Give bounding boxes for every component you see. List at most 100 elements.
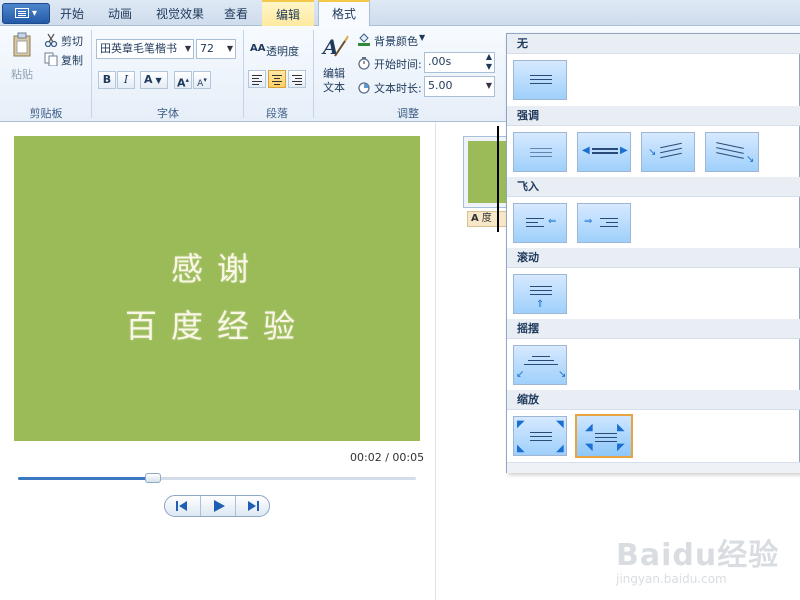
playback-controls (164, 495, 270, 517)
paste-icon (13, 32, 31, 57)
group-label-adjust: 调整 (397, 107, 419, 120)
bold-button[interactable]: B (98, 71, 116, 89)
shrink-font-arrow-icon: ▾ (203, 76, 207, 84)
watermark-brand: Baidu经验 (616, 538, 780, 573)
effect-scroll[interactable]: ⇑ (513, 274, 567, 314)
cut-button[interactable]: 剪切 (44, 32, 88, 48)
previous-frame-icon (176, 501, 187, 511)
shrink-font-button[interactable]: A▾ (193, 71, 211, 89)
font-family-value: 田英章毛笔楷书 (100, 42, 177, 55)
preview-text-line1: 感谢 (170, 250, 263, 288)
pane-divider[interactable] (435, 122, 436, 600)
align-right-button[interactable] (288, 70, 306, 88)
align-center-button[interactable] (268, 70, 286, 88)
next-frame-button[interactable] (235, 496, 270, 516)
seek-thumb[interactable] (145, 473, 162, 483)
align-left-button[interactable] (248, 70, 266, 88)
edit-text-label-line2: 文本 (323, 81, 345, 94)
group-separator (313, 30, 314, 118)
copy-button[interactable]: 复制 (44, 51, 88, 67)
ribbon-tab-bar: ▾ 开始 动画 视觉效果 查看 编辑 格式 (0, 0, 800, 27)
text-effects-gallery: 无 强调 ◀ ▶ ↘ ↘ 飞入 ⇐ ⇒ 滚动 ⇑ 摇摆 ↙ ↘ 缩放 ◤ ◥ ◣ ◢ ◢ ◣… (506, 33, 800, 473)
edit-text-button[interactable]: A 编辑 文本 (318, 32, 352, 96)
duration-value: 5.00 (428, 79, 453, 92)
scissors-icon (44, 33, 58, 47)
copy-label: 复制 (61, 54, 83, 67)
tab-edit[interactable]: 编辑 (262, 0, 314, 26)
dropdown-arrow-icon: ▼ (155, 76, 162, 85)
italic-button[interactable]: I (117, 71, 135, 89)
effect-swing[interactable]: ↙ ↘ (513, 345, 567, 385)
play-button[interactable] (200, 496, 235, 516)
group-label-paragraph: 段落 (266, 107, 288, 120)
storyboard-playhead[interactable] (497, 126, 499, 232)
group-separator (243, 30, 244, 118)
background-color-label: 背景颜色 (374, 35, 418, 48)
start-time-value: .00s (428, 55, 452, 68)
transparency-label: 透明度 (266, 45, 299, 58)
paste-label: 粘贴 (11, 68, 33, 81)
paste-button[interactable]: 粘贴 (8, 30, 38, 84)
dropdown-arrow-icon: ▼ (184, 44, 191, 53)
section-header-emphasis: 强调 (507, 106, 800, 126)
effect-zoom-in[interactable]: ◤ ◥ ◣ ◢ (513, 416, 567, 456)
section-header-zoom: 缩放 (507, 390, 800, 410)
grow-font-arrow-icon: ▴ (185, 76, 190, 84)
transparency-button[interactable]: AA 透明度 (250, 42, 310, 58)
edit-text-icon: A (321, 35, 349, 59)
section-header-swing: 摇摆 (507, 319, 800, 339)
effect-none[interactable] (513, 60, 567, 100)
font-family-select[interactable]: 田英章毛笔楷书 ▼ (96, 39, 194, 59)
timer-icon (358, 82, 370, 94)
tab-view[interactable]: 查看 (216, 0, 256, 26)
grow-font-letter: A (176, 76, 186, 90)
group-label-clipboard: 剪贴板 (29, 107, 63, 120)
tab-visual-effects[interactable]: 视觉效果 (148, 0, 212, 26)
effect-zoom-out-selected[interactable]: ◢ ◣ ◥ ◤ (575, 414, 633, 458)
caption-text: 度 (481, 213, 492, 224)
effect-fly-in-left[interactable]: ⇐ (513, 203, 567, 243)
start-time-label: 开始时间: (374, 58, 422, 71)
duration-select[interactable]: 5.00 ▼ (424, 76, 495, 97)
tab-animation[interactable]: 动画 (98, 0, 142, 26)
font-color-button[interactable]: A ▼ (140, 71, 168, 89)
dropdown-arrow-icon: ▼ (419, 33, 426, 42)
section-header-none: 无 (507, 34, 800, 54)
dropdown-arrow-icon: ▼ (485, 81, 492, 90)
font-size-select[interactable]: 72 ▼ (196, 39, 236, 59)
section-header-fly-in: 飞入 (507, 177, 800, 197)
tab-format[interactable]: 格式 (318, 0, 370, 27)
transparency-icon: AA (250, 43, 266, 54)
copy-icon (44, 52, 58, 66)
dropdown-arrow-icon: ▼ (226, 44, 233, 53)
font-color-letter: A (144, 73, 153, 86)
section-header-scroll: 滚动 (507, 248, 800, 268)
cut-label: 剪切 (61, 35, 83, 48)
grow-font-button[interactable]: A▴ (174, 71, 192, 90)
background-color-button[interactable]: 背景颜色 ▼ (357, 32, 429, 48)
seek-bar[interactable] (18, 477, 416, 480)
previous-frame-button[interactable] (165, 496, 200, 516)
effect-emphasis-3[interactable]: ↘ (641, 132, 695, 172)
gallery-resize-bar[interactable] (507, 462, 800, 473)
start-time-input[interactable]: .00s ▲ ▼ (424, 52, 495, 73)
spinner-down-icon[interactable]: ▼ (486, 58, 492, 72)
menu-icon (14, 8, 29, 18)
clip-thumbnail (468, 141, 510, 203)
play-icon (214, 500, 225, 512)
tab-home[interactable]: 开始 (52, 0, 92, 26)
paint-bucket-icon (358, 33, 370, 46)
video-preview[interactable]: 感谢 百度经验 (14, 136, 420, 441)
watermark: Baidu经验 jingyan.baidu.com (616, 530, 796, 586)
app-menu-button[interactable]: ▾ (2, 3, 50, 24)
group-label-font: 字体 (157, 107, 179, 120)
effect-fly-in-right[interactable]: ⇒ (577, 203, 631, 243)
duration-label: 文本时长: (374, 82, 422, 95)
effect-emphasis-2[interactable]: ◀ ▶ (577, 132, 631, 172)
dropdown-arrow-icon: ▾ (31, 8, 38, 19)
effect-emphasis-1[interactable] (513, 132, 567, 172)
effect-emphasis-4[interactable]: ↘ (705, 132, 759, 172)
seek-progress (18, 477, 154, 480)
clip-caption-tag[interactable]: A度 (467, 211, 511, 227)
stopwatch-icon (358, 57, 370, 70)
